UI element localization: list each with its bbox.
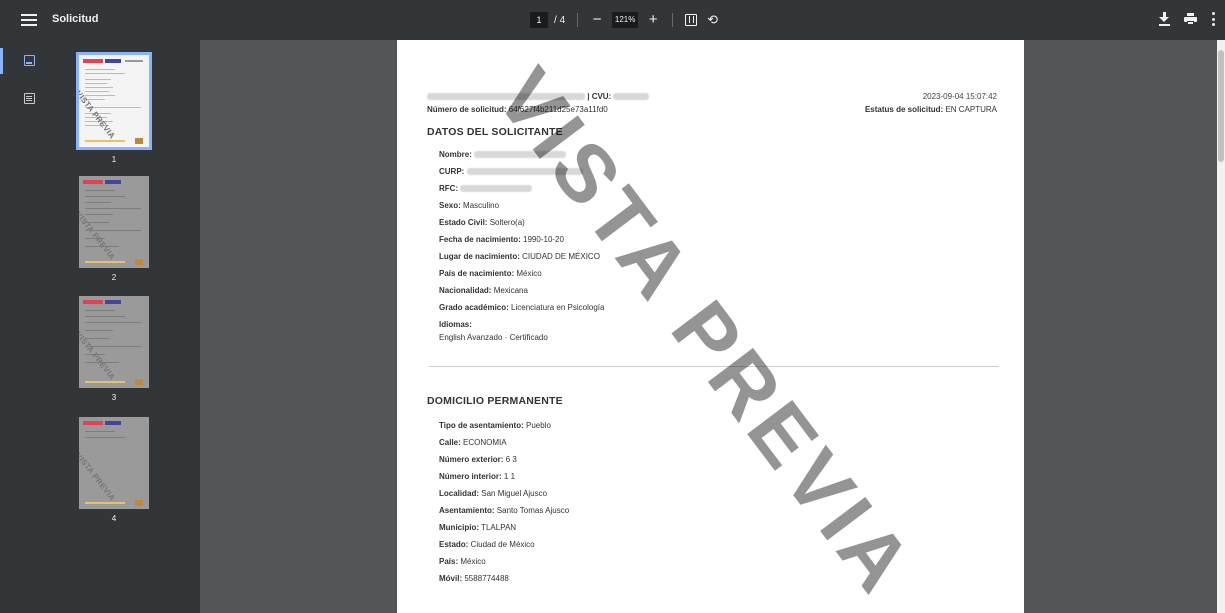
- redacted-name: [427, 93, 585, 101]
- request-status: Estatus de solicitud: EN CAPTURA: [864, 105, 997, 114]
- field-municipio: Municipio: TLALPAN: [439, 523, 517, 532]
- page-separator: / 4: [554, 14, 566, 26]
- redacted-cvu: [613, 93, 650, 101]
- field-numero-interior: Número interior: 1 1: [439, 472, 516, 481]
- print-icon[interactable]: [1184, 13, 1197, 25]
- download-icon[interactable]: [1159, 12, 1170, 26]
- cvu-label: | CVU:: [587, 92, 612, 101]
- section-divider: [429, 366, 999, 367]
- active-indicator: [0, 48, 3, 74]
- document-content: | CVU: Número de solicitud: 64f627f4b211…: [427, 92, 999, 587]
- document-page: | CVU: Número de solicitud: 64f627f4b211…: [397, 40, 1024, 613]
- rotate-icon[interactable]: ⟲: [707, 12, 718, 28]
- field-pais: País: México: [439, 557, 486, 566]
- field-idiomas-label: Idiomas:: [439, 320, 472, 329]
- thumbnail-page-2[interactable]: VISTA PREVIA 2: [77, 176, 151, 282]
- document-title: Solicitud: [52, 13, 99, 25]
- thumbnail-number: 4: [111, 514, 117, 523]
- timestamp: 2023-09-04 15:07:42: [922, 92, 997, 101]
- document-header: | CVU: Número de solicitud: 64f627f4b211…: [427, 92, 997, 118]
- field-localidad: Localidad: San Miguel Ajusco: [439, 489, 548, 498]
- vertical-scrollbar[interactable]: [1217, 40, 1225, 613]
- toolbar-actions: [1159, 12, 1215, 26]
- field-estado: Estado: Ciudad de México: [439, 540, 535, 549]
- field-rfc: RFC:: [439, 180, 997, 197]
- address-fields: Tipo de asentamiento: Pueblo Calle: ECON…: [427, 417, 997, 587]
- thumbnail-image: VISTA PREVIA: [79, 296, 149, 388]
- menu-icon[interactable]: [20, 11, 38, 29]
- zoom-in-button[interactable]: +: [646, 12, 660, 28]
- divider: [577, 13, 579, 27]
- applicant-id-line: | CVU:: [427, 92, 650, 101]
- fit-page-icon[interactable]: [685, 14, 698, 26]
- thumbnail-page-4[interactable]: VISTA PREVIA 4: [77, 417, 151, 523]
- side-rail: [0, 40, 60, 613]
- field-idiomas-value: English Avanzado · Certificado: [439, 333, 548, 342]
- redacted-value: [474, 151, 567, 159]
- thumbnail-watermark: VISTA PREVIA: [79, 210, 117, 262]
- field-lugar-nacimiento: Lugar de nacimiento: CIUDAD DE MÉXICO: [439, 252, 600, 261]
- thumbnail-number: 2: [111, 273, 117, 282]
- total-pages: 4: [559, 14, 566, 26]
- more-icon[interactable]: [1211, 12, 1215, 26]
- address-section-title: DOMICILIO PERMANENTE: [427, 395, 563, 407]
- field-nacionalidad: Nacionalidad: Mexicana: [439, 286, 528, 295]
- divider: [672, 13, 674, 27]
- field-nombre: Nombre:: [439, 146, 997, 163]
- thumbnail-number: 3: [111, 393, 117, 402]
- thumbnail-image: VISTA PREVIA: [79, 417, 149, 509]
- field-tipo-asentamiento: Tipo de asentamiento: Pueblo: [439, 421, 551, 430]
- thumbnail-watermark: VISTA PREVIA: [76, 89, 117, 141]
- thumbnail-sidebar: VISTA PREVIA 1 VISTA PREVIA 2 VISTA PREV…: [60, 40, 200, 613]
- outline-icon[interactable]: [24, 93, 35, 104]
- applicant-section-title: DATOS DEL SOLICITANTE: [427, 126, 563, 138]
- thumbnail-page-1[interactable]: VISTA PREVIA 1: [76, 52, 152, 164]
- request-number: Número de solicitud: 64f627f4b211d25e73a…: [427, 105, 608, 114]
- page-number-input[interactable]: 1: [530, 12, 548, 28]
- scrollbar-thumb[interactable]: [1218, 50, 1224, 162]
- field-movil: Móvil: 5588774488: [439, 574, 509, 583]
- field-sexo: Sexo: Masculino: [439, 201, 500, 210]
- thumbnail-watermark: VISTA PREVIA: [79, 451, 117, 503]
- redacted-value: [460, 185, 533, 193]
- applicant-fields: Nombre: CURP: RFC: Sexo: Masculino Estad…: [427, 146, 997, 344]
- document-viewer[interactable]: | CVU: Número de solicitud: 64f627f4b211…: [200, 40, 1217, 613]
- thumbnail-image: VISTA PREVIA: [76, 52, 152, 150]
- field-pais-nacimiento: País de nacimiento: México: [439, 269, 542, 278]
- field-grado-academico: Grado académico: Licenciatura en Psicolo…: [439, 303, 605, 312]
- field-asentamiento: Asentamiento: Santo Tomas Ajusco: [439, 506, 570, 515]
- field-curp: CURP:: [439, 163, 997, 180]
- field-numero-exterior: Número exterior: 6 3: [439, 455, 517, 464]
- zoom-out-button[interactable]: −: [590, 12, 604, 28]
- toolbar: Solicitud 1 / 4 − 121% + ⟲: [0, 0, 1225, 40]
- zoom-level-input[interactable]: 121%: [612, 12, 639, 28]
- field-fecha-nacimiento: Fecha de nacimiento: 1990-10-20: [439, 235, 564, 244]
- thumbnails-icon[interactable]: [24, 55, 35, 66]
- page-zoom-controls: 1 / 4 − 121% + ⟲: [530, 10, 718, 30]
- field-estado-civil: Estado Civil: Soltero(a): [439, 218, 525, 227]
- thumbnail-page-3[interactable]: VISTA PREVIA 3: [77, 296, 151, 402]
- redacted-value: [466, 168, 583, 176]
- thumbnail-number: 1: [111, 155, 117, 164]
- field-calle: Calle: ECONOMIA: [439, 438, 507, 447]
- thumbnail-image: VISTA PREVIA: [79, 176, 149, 268]
